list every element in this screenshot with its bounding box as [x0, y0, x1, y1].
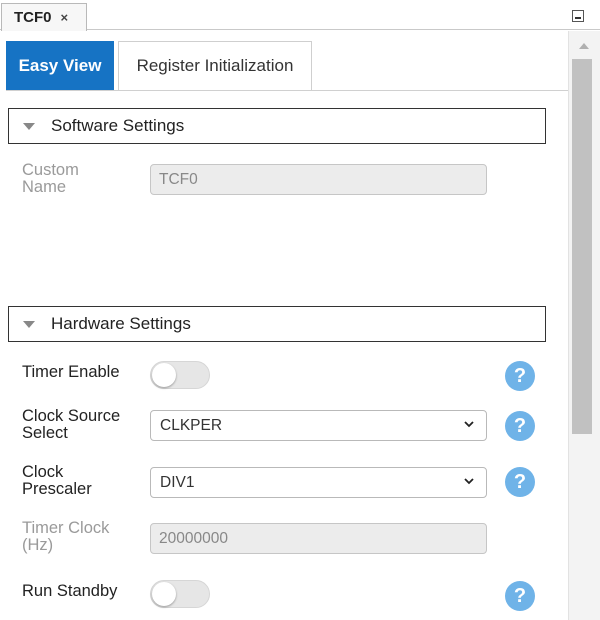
- run-standby-label: Run Standby: [22, 582, 118, 600]
- help-icon[interactable]: ?: [505, 411, 535, 441]
- timer-clock-label-line2: (Hz): [22, 536, 54, 554]
- custom-name-label-line2: Name: [22, 178, 67, 196]
- toggle-knob: [152, 363, 176, 387]
- help-icon[interactable]: ?: [505, 467, 535, 497]
- custom-name-field[interactable]: TCF0: [150, 164, 487, 195]
- close-icon[interactable]: ×: [61, 10, 69, 25]
- chevron-down-icon: [464, 478, 474, 485]
- timer-clock-label-line1: Timer Clock: [22, 519, 110, 537]
- run-standby-toggle[interactable]: [150, 580, 210, 608]
- scrollbar-thumb[interactable]: [572, 59, 592, 434]
- software-settings-header[interactable]: Software Settings: [8, 108, 546, 144]
- tab-divider: [6, 90, 568, 91]
- clock-source-value: CLKPER: [160, 416, 223, 434]
- document-tab-tcf0[interactable]: TCF0 ×: [1, 3, 87, 31]
- software-settings-title: Software Settings: [51, 116, 185, 135]
- clock-prescaler-value: DIV1: [160, 473, 195, 491]
- scroll-up-arrow-icon[interactable]: [579, 43, 589, 49]
- tab-register-initialization[interactable]: Register Initialization: [118, 41, 312, 91]
- vertical-scrollbar[interactable]: [568, 31, 600, 620]
- tab-easy-view[interactable]: Easy View: [6, 41, 114, 91]
- clock-prescaler-label-line2: Prescaler: [22, 480, 92, 498]
- hardware-settings-header[interactable]: Hardware Settings: [8, 306, 546, 342]
- clock-prescaler-select[interactable]: DIV1: [150, 467, 487, 498]
- view-tabs: Easy View Register Initialization: [6, 41, 312, 91]
- chevron-down-icon: [464, 421, 474, 428]
- clock-source-label: Clock Source Select: [22, 408, 120, 442]
- timer-clock-label: Timer Clock (Hz): [22, 520, 109, 554]
- minimize-panel-icon[interactable]: [572, 10, 584, 22]
- document-tabstrip: TCF0 ×: [0, 0, 600, 31]
- help-icon[interactable]: ?: [505, 581, 535, 611]
- help-icon[interactable]: ?: [505, 361, 535, 391]
- timer-enable-toggle[interactable]: [150, 361, 210, 389]
- clock-source-label-line2: Select: [22, 424, 68, 442]
- timer-clock-field[interactable]: 20000000: [150, 523, 487, 554]
- collapse-triangle-icon: [23, 321, 35, 328]
- clock-prescaler-label-line1: Clock: [22, 463, 64, 481]
- clock-source-select[interactable]: CLKPER: [150, 410, 487, 441]
- custom-name-label: Custom Name: [22, 162, 79, 196]
- toggle-knob: [152, 582, 176, 606]
- clock-prescaler-label: Clock Prescaler: [22, 464, 92, 498]
- clock-source-label-line1: Clock Source: [22, 407, 121, 425]
- collapse-triangle-icon: [23, 123, 35, 130]
- timer-enable-label: Timer Enable: [22, 363, 120, 381]
- hardware-settings-title: Hardware Settings: [51, 314, 191, 333]
- custom-name-label-line1: Custom: [22, 161, 79, 179]
- document-tab-label: TCF0: [14, 9, 52, 26]
